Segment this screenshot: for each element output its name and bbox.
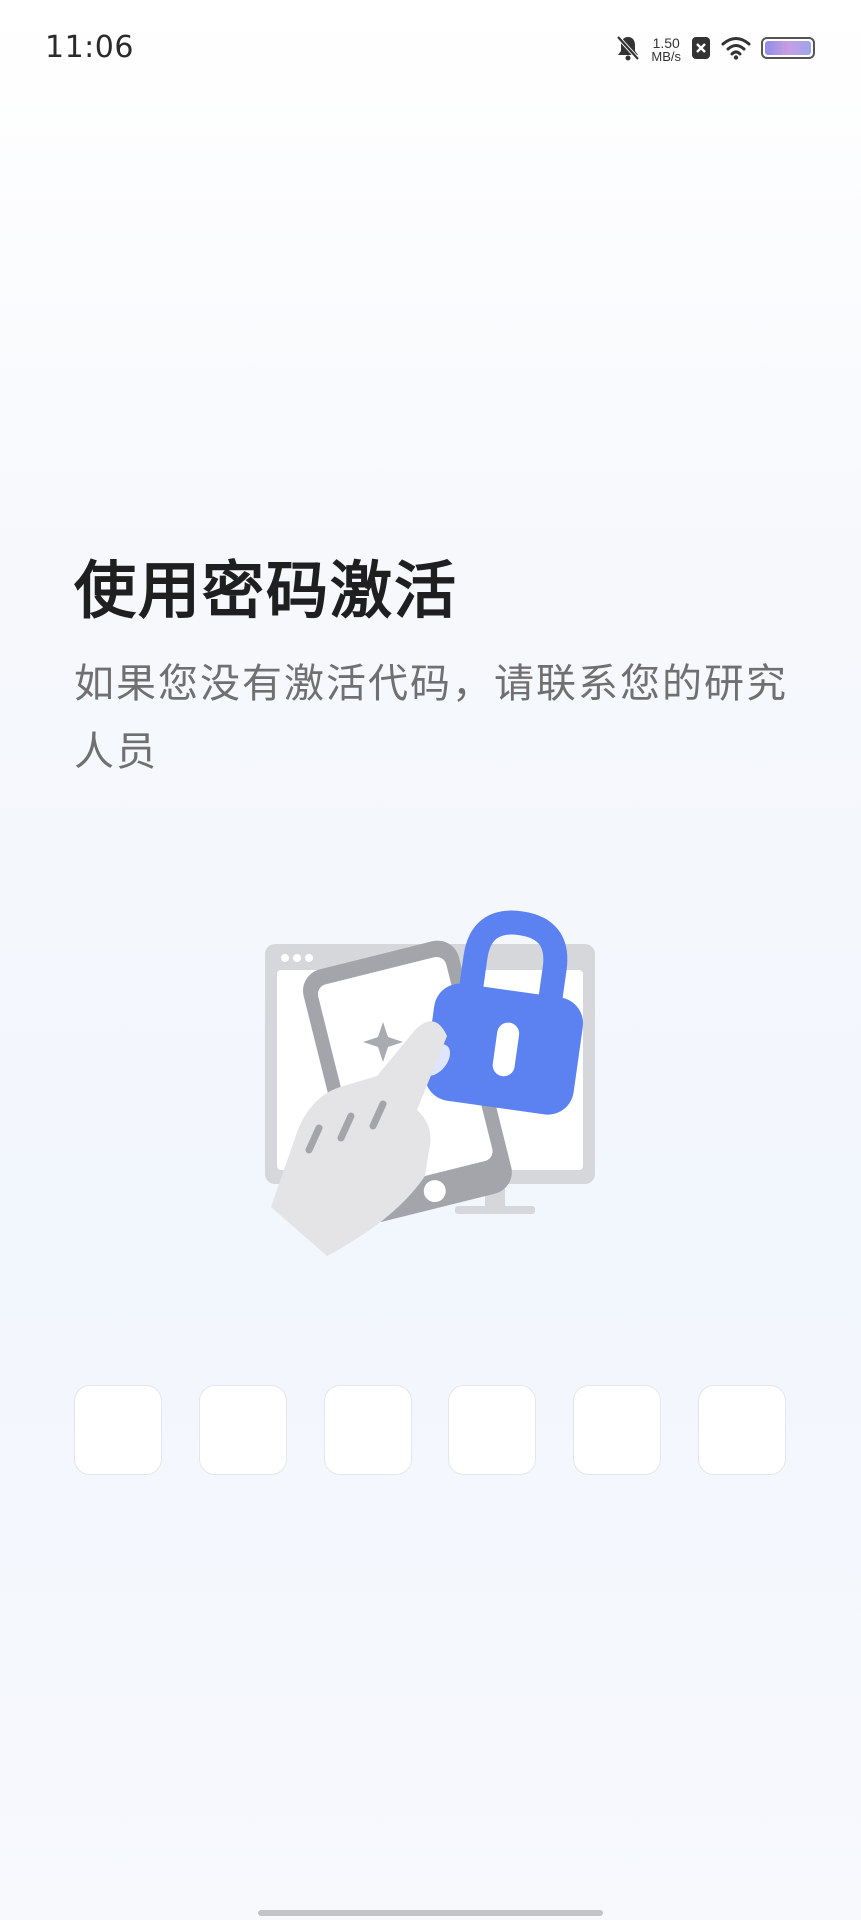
status-icons: 1.50 MB/s	[615, 32, 817, 68]
network-speed-value: 1.50	[652, 35, 680, 51]
sim-off-icon	[691, 36, 711, 64]
activation-code-input[interactable]	[74, 1385, 786, 1477]
code-digit-box[interactable]	[74, 1385, 162, 1475]
page-subtitle: 如果您没有激活代码，请联系您的研究人员	[74, 661, 788, 775]
home-indicator[interactable]	[258, 1910, 603, 1916]
battery-icon	[761, 36, 817, 64]
bell-muted-icon	[615, 34, 641, 66]
code-digit-box[interactable]	[573, 1385, 662, 1475]
wifi-icon	[721, 36, 751, 64]
code-digit-box[interactable]	[448, 1385, 537, 1475]
page-title: 使用密码激活	[74, 554, 459, 627]
status-time: 11:06	[45, 30, 134, 65]
network-speed-unit: MB/s	[651, 49, 681, 64]
status-bar: 11:06 1.50 MB/s	[0, 0, 861, 100]
phone-lock-activation-illustration	[255, 900, 610, 1270]
code-digit-box[interactable]	[198, 1385, 287, 1475]
code-digit-box[interactable]	[323, 1385, 412, 1475]
network-speed: 1.50 MB/s	[651, 36, 681, 64]
code-digit-box[interactable]	[698, 1385, 786, 1475]
